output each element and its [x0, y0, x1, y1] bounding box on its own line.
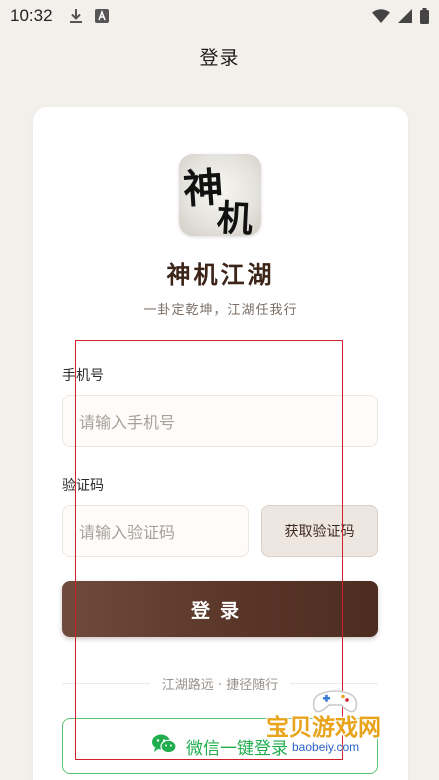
- code-input[interactable]: 请输入验证码: [62, 505, 249, 557]
- page-title: 登录: [199, 46, 240, 69]
- app-header: 登录: [0, 32, 439, 80]
- signal-icon: [398, 9, 412, 23]
- watermark: 宝贝游戏网 baobeiy.com: [262, 690, 432, 770]
- watermark-url: baobeiy.com: [292, 740, 360, 754]
- code-placeholder: 请输入验证码: [79, 523, 176, 542]
- login-button[interactable]: 登录: [62, 581, 378, 637]
- app-logo: 神 机: [179, 154, 261, 236]
- phone-placeholder: 请输入手机号: [79, 413, 176, 432]
- status-left-icons: [69, 8, 109, 24]
- phone-label: 手机号: [62, 368, 104, 384]
- login-card: 神 机 神机江湖 一卦定乾坤，江湖任我行 手机号 请输入手机号 验证码 请输入验…: [33, 107, 408, 780]
- app-name: 神机江湖: [166, 261, 275, 289]
- slogan: 一卦定乾坤，江湖任我行: [143, 303, 298, 318]
- battery-icon: [420, 8, 429, 24]
- status-time: 10:32: [10, 6, 53, 25]
- wechat-icon: [152, 734, 177, 759]
- logo-calligraphy: 神 机: [179, 154, 261, 236]
- code-label: 验证码: [62, 478, 104, 494]
- a-badge-icon: [94, 9, 109, 23]
- divider-line-right: [290, 682, 378, 684]
- divider-line-left: [62, 682, 150, 684]
- wifi-icon: [372, 9, 390, 23]
- download-icon: [69, 8, 83, 24]
- status-bar: 10:32: [0, 0, 439, 32]
- phone-input[interactable]: 请输入手机号: [62, 395, 378, 447]
- logo-char-2: 机: [215, 197, 254, 236]
- status-right-icons: [372, 8, 429, 24]
- watermark-text: 宝贝游戏网: [266, 715, 381, 741]
- get-code-button[interactable]: 获取验证码: [261, 505, 378, 557]
